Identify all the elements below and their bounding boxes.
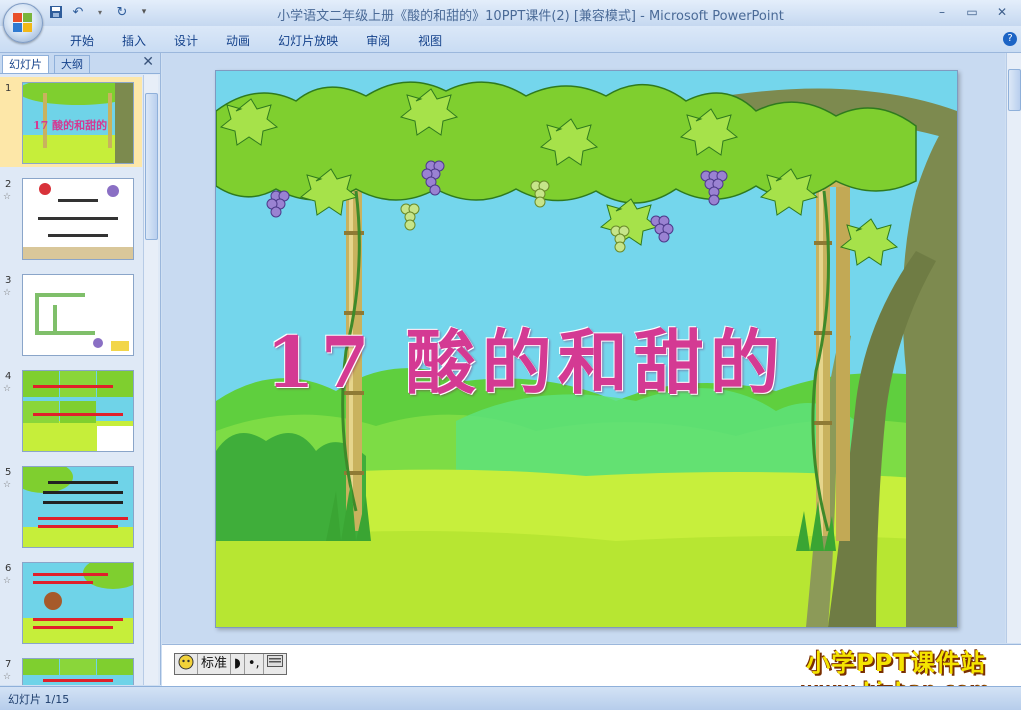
animation-star-icon: ☆: [3, 192, 12, 202]
tab-slides[interactable]: 幻灯片: [2, 55, 49, 73]
title-bar: ↶ ▾ ↻ ▾ 小学语文二年级上册《酸的和甜的》10PPT课件(2) [兼容模式…: [0, 0, 1021, 26]
slide-number: 2: [5, 179, 12, 190]
tab-view[interactable]: 视图: [404, 32, 456, 49]
thumbnail-image: [22, 274, 134, 356]
animation-star-icon: ☆: [3, 480, 12, 490]
thumbnail-title: 17 酸的和甜的: [33, 118, 107, 132]
office-button[interactable]: [3, 3, 43, 43]
pane-tabs: 幻灯片 大纲 ✕: [0, 53, 160, 74]
slide-thumbnail-2[interactable]: 2 ☆: [0, 173, 142, 263]
ribbon: 开始 插入 设计 动画 幻灯片放映 审阅 视图 ?: [0, 26, 1021, 53]
slide-title[interactable]: 17 酸的和甜的: [266, 307, 786, 408]
status-bar: 幻灯片 1/15: [0, 686, 1021, 710]
slide-number: 7: [5, 659, 12, 670]
close-button[interactable]: ✕: [989, 3, 1015, 21]
window-title: 小学语文二年级上册《酸的和甜的》10PPT课件(2) [兼容模式] - Micr…: [277, 9, 784, 24]
thumbnail-image: [22, 466, 134, 548]
current-slide[interactable]: 17 酸的和甜的: [215, 70, 958, 628]
animation-star-icon: ☆: [3, 288, 12, 298]
tab-animations[interactable]: 动画: [212, 32, 264, 49]
ribbon-tabs: 开始 插入 设计 动画 幻灯片放映 审阅 视图: [56, 32, 456, 49]
slide-thumbnail-1[interactable]: 1 17 酸的和甜的: [0, 77, 142, 167]
slide-thumbnail-5[interactable]: 5 ☆: [0, 461, 142, 551]
thumbnail-image: 17 酸的和甜的: [22, 82, 134, 164]
restore-button[interactable]: ▭: [959, 3, 985, 21]
slide-thumbnail-7[interactable]: 7 ☆: [0, 653, 142, 685]
scrollbar-thumb[interactable]: [145, 93, 158, 240]
punctuation-icon[interactable]: •,: [245, 654, 264, 674]
tab-slideshow[interactable]: 幻灯片放映: [264, 32, 352, 49]
slide-thumbnail-6[interactable]: 6 ☆: [0, 557, 142, 647]
slide-number: 1: [5, 83, 12, 94]
window-controls: – ▭ ✕: [929, 3, 1015, 21]
thumbnail-image: [22, 658, 134, 685]
slides-pane: 幻灯片 大纲 ✕ 1 17 酸的和甜的 2 ☆ 3 ☆ 4 ☆ 5 ☆ 6 ☆ …: [0, 53, 161, 685]
thumbnail-image: [22, 178, 134, 260]
thumbnail-image: [22, 370, 134, 452]
animation-star-icon: ☆: [3, 384, 12, 394]
thumbnail-image: [22, 562, 134, 644]
ime-toolbar: 标准 ◗ •,: [174, 653, 287, 675]
slides-pane-scrollbar[interactable]: [143, 75, 158, 685]
tab-design[interactable]: 设计: [160, 32, 212, 49]
slide-thumbnails: 1 17 酸的和甜的 2 ☆ 3 ☆ 4 ☆ 5 ☆ 6 ☆ 7 ☆: [0, 75, 142, 685]
tab-insert[interactable]: 插入: [108, 32, 160, 49]
slide-number: 4: [5, 371, 12, 382]
scrollbar-thumb[interactable]: [1008, 69, 1021, 111]
slide-thumbnail-3[interactable]: 3 ☆: [0, 269, 142, 359]
slide-thumbnail-4[interactable]: 4 ☆: [0, 365, 142, 455]
animation-star-icon: ☆: [3, 672, 12, 682]
slide-number: 3: [5, 275, 12, 286]
slide-number: 6: [5, 563, 12, 574]
half-width-icon[interactable]: ◗: [231, 654, 245, 674]
slide-number: 5: [5, 467, 12, 478]
ime-mode-label[interactable]: 标准: [198, 654, 232, 674]
animation-star-icon: ☆: [3, 576, 12, 586]
tab-outline[interactable]: 大纲: [54, 55, 90, 73]
watermark-line-1: 小学PPT课件站: [806, 649, 986, 677]
minimize-button[interactable]: –: [929, 3, 955, 21]
help-icon[interactable]: ?: [1003, 32, 1017, 46]
tab-home[interactable]: 开始: [56, 32, 108, 49]
editor-scrollbar[interactable]: [1006, 53, 1021, 643]
slide-counter: 幻灯片 1/15: [8, 693, 70, 706]
close-pane-icon[interactable]: ✕: [142, 54, 154, 70]
tab-review[interactable]: 审阅: [352, 32, 404, 49]
soft-keyboard-icon[interactable]: [264, 654, 286, 674]
office-logo-icon: [13, 13, 33, 33]
slide-editor: 17 酸的和甜的: [162, 53, 1005, 643]
ime-logo-icon[interactable]: [175, 654, 198, 674]
